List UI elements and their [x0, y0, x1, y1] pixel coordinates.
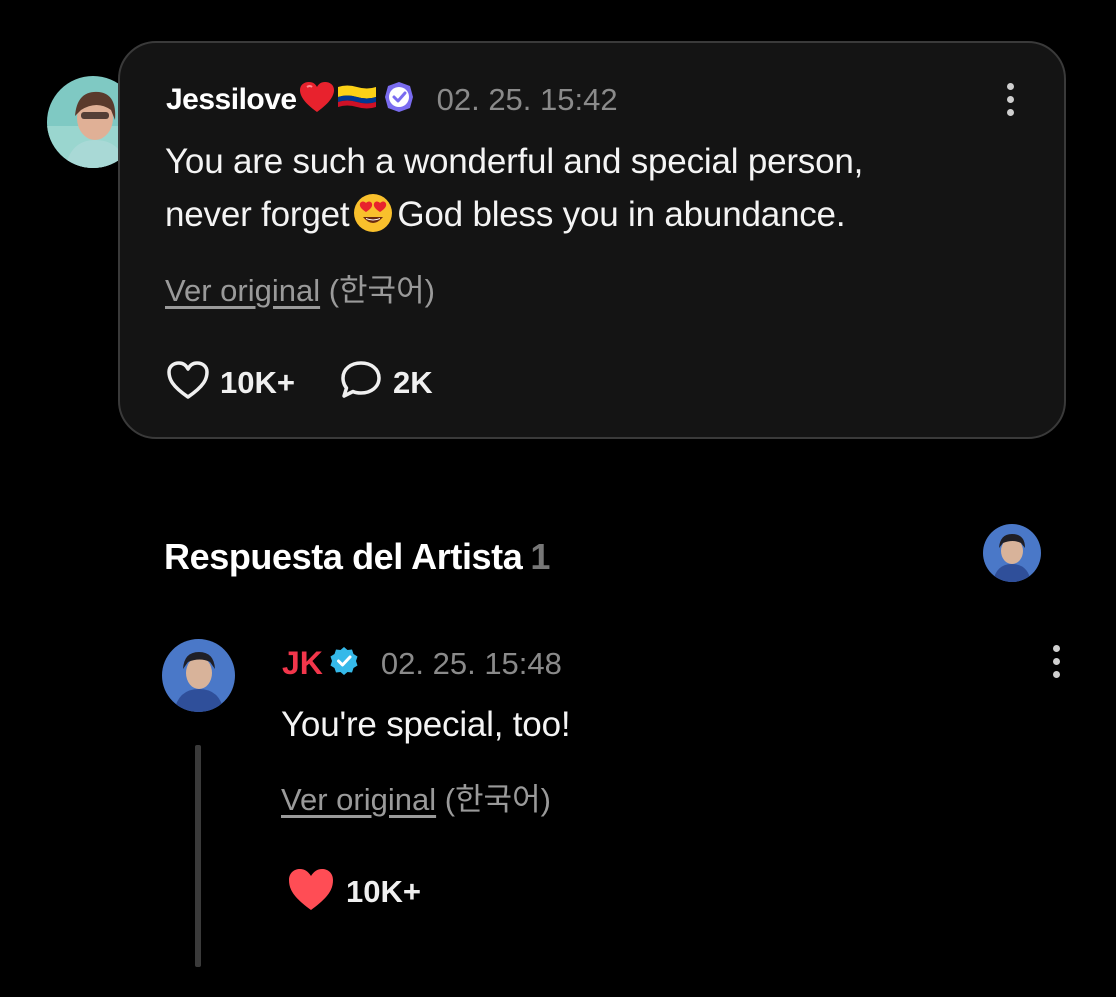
reply-header: JK 02. 25. 15:48: [282, 645, 562, 682]
like-button[interactable]: 10K+: [166, 360, 295, 405]
artist-reply-count: 1: [530, 536, 551, 577]
comment-text-line2a: never forget: [165, 195, 350, 234]
comment-text-line1: You are such a wonderful and special per…: [165, 142, 864, 181]
reply-translation-note: Ver original (한국어): [281, 774, 551, 819]
reply-button[interactable]: 2K: [339, 359, 433, 406]
reply-view-original-link[interactable]: Ver original: [281, 782, 436, 817]
artist-reply-title: Respuesta del Artista: [164, 536, 523, 577]
comment-card: Jessilove 02. 25. 15:42 You are such a w…: [118, 41, 1066, 439]
artist-small-avatar[interactable]: [983, 524, 1041, 582]
heart-eyes-emoji-icon: [353, 193, 393, 248]
original-language-label: (한국어): [328, 273, 435, 308]
comment-text: You are such a wonderful and special per…: [165, 135, 1015, 248]
verified-badge-icon: [329, 646, 359, 681]
fan-badge-icon: [383, 81, 415, 118]
comment-text-line2b: God bless you in abundance.: [397, 195, 846, 234]
more-vertical-icon[interactable]: [1050, 645, 1062, 678]
reply-original-language-label: (한국어): [444, 782, 551, 817]
reply-text: You're special, too!: [281, 705, 571, 744]
reply-timestamp: 02. 25. 15:48: [380, 645, 562, 681]
more-vertical-icon[interactable]: [1004, 83, 1016, 116]
view-original-link[interactable]: Ver original: [165, 273, 320, 308]
reply-count: 2K: [392, 364, 433, 400]
colombia-flag-icon: [337, 83, 377, 116]
reply-actions: 10K+: [286, 866, 421, 917]
artist-avatar[interactable]: [162, 639, 235, 712]
comment-bubble-icon: [339, 359, 383, 406]
comment-header: Jessilove 02. 25. 15:42: [166, 81, 618, 118]
comment-timestamp: 02. 25. 15:42: [436, 81, 618, 117]
like-count: 10K+: [220, 364, 295, 400]
reply-like-button[interactable]: 10K+: [286, 866, 421, 917]
thread-line: [195, 745, 201, 967]
heart-outline-icon: [166, 360, 210, 405]
heart-filled-icon: [286, 866, 336, 917]
comment-thread-screen: Jessilove 02. 25. 15:42 You are such a w…: [0, 0, 1116, 997]
reply-like-count: 10K+: [346, 873, 421, 909]
fan-username[interactable]: Jessilove: [166, 83, 297, 117]
artist-username[interactable]: JK: [282, 645, 323, 682]
translation-note: Ver original (한국어): [165, 265, 435, 310]
red-heart-emoji-icon: [299, 81, 335, 118]
artist-reply-heading: Respuesta del Artista 1: [164, 536, 550, 578]
comment-actions: 10K+ 2K: [166, 359, 433, 406]
